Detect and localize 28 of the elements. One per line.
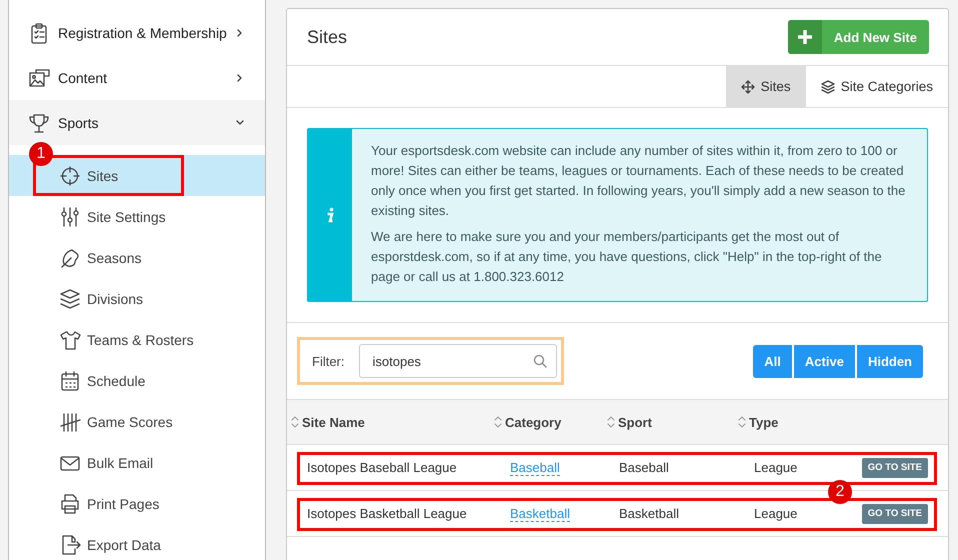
filter-label: Filter: (312, 354, 344, 368)
sport-cell: Basketball (619, 506, 679, 521)
nav-subitem[interactable]: Print Pages (9, 483, 265, 524)
nav-subitem[interactable]: Schedule (9, 360, 265, 401)
step-badge: 2 (828, 480, 852, 504)
panel-title: Sites (307, 26, 348, 48)
type-cell: League (754, 506, 798, 521)
filter-field[interactable]: isotopes (358, 344, 556, 378)
nav-item[interactable]: Registration & Membership (9, 10, 265, 55)
go-to-site-button[interactable]: GO TO SITE (862, 458, 928, 478)
info-text: We are here to make sure you and your members/participants get the most out of esporstdesk.com, so if at any time, you have questions, click "Help" in the top-right of the page or call us at 1.800.323.6012 (371, 228, 883, 286)
site-name-cell: Isotopes Baseball League (307, 460, 457, 475)
nav-subitem[interactable]: Export Data (9, 524, 265, 560)
go-to-site-button[interactable]: GO TO SITE (862, 504, 928, 524)
sport-cell: Baseball (619, 460, 669, 475)
nav-item[interactable]: Sports (9, 100, 265, 145)
nav-subitem[interactable]: Divisions (9, 278, 265, 319)
nav-subitem[interactable]: Bulk Email (9, 442, 265, 483)
nav-subitem[interactable]: Seasons (9, 237, 265, 278)
nav-subitem[interactable]: Site Settings (9, 196, 265, 237)
nav-item[interactable]: Content (9, 55, 265, 100)
tab[interactable]: Site Categories (806, 66, 948, 107)
tab[interactable]: Sites (726, 66, 806, 107)
info-text: Your esportsdesk.com website can include any number of sites within it, from zero to 100 or more! Sites can either be teams, leagues or tournaments. Each of these needs to be created only once when you first get started. In following years, you'll simply add a new season to the existing sites. (371, 142, 906, 220)
site-name-cell: Isotopes Basketball League (307, 506, 467, 521)
nav-subitem[interactable]: Teams & Rosters (9, 319, 265, 360)
type-cell: League (754, 460, 798, 475)
nav-subitem[interactable]: Game Scores (9, 401, 265, 442)
